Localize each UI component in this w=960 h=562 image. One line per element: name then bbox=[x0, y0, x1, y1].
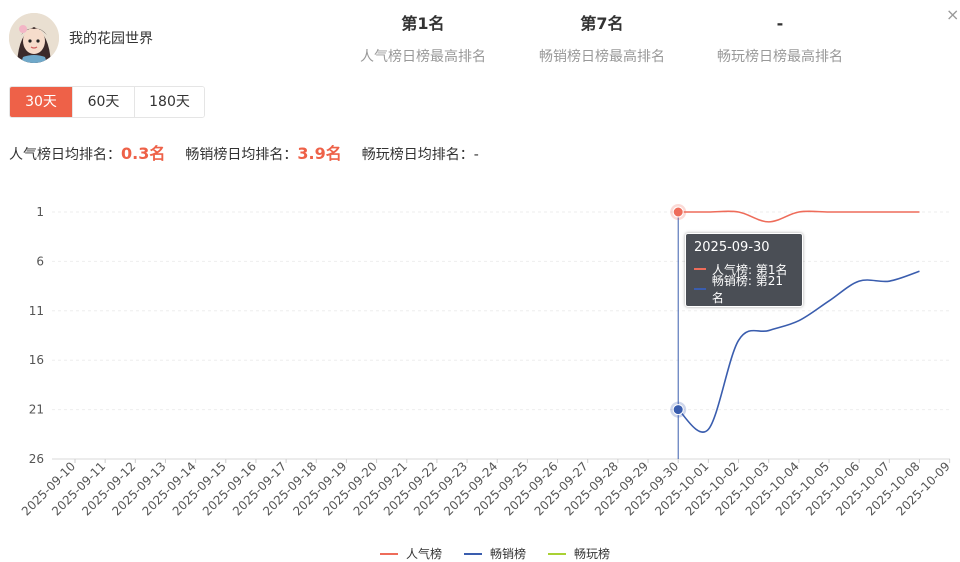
y-tick-label: 11 bbox=[29, 304, 44, 318]
y-tick-label: 1 bbox=[36, 205, 44, 219]
legend-label: 畅销榜 bbox=[490, 547, 527, 561]
y-tick-label: 16 bbox=[29, 353, 44, 367]
legend-item-popular[interactable]: 人气榜 bbox=[380, 545, 442, 562]
rank-line-chart[interactable]: 1611162126 2025-09-102025-09-112025-09-1… bbox=[0, 0, 960, 557]
legend-label: 人气榜 bbox=[406, 547, 443, 561]
bestseller-swatch bbox=[694, 288, 706, 290]
tooltip-row-bestseller: 畅销榜: 第21名 bbox=[694, 274, 794, 305]
legend-item-play[interactable]: 畅玩榜 bbox=[548, 545, 610, 562]
legend-swatch bbox=[380, 552, 398, 555]
y-tick-label: 26 bbox=[29, 452, 44, 466]
legend-swatch bbox=[464, 552, 483, 555]
y-tick-label: 6 bbox=[36, 254, 44, 268]
hover-point bbox=[672, 404, 684, 416]
popular-swatch bbox=[694, 268, 706, 270]
legend-item-bestseller[interactable]: 畅销榜 bbox=[464, 545, 526, 562]
y-tick-label: 21 bbox=[29, 403, 44, 417]
hover-point bbox=[672, 206, 684, 218]
chart-legend: 人气榜 畅销榜 畅玩榜 bbox=[380, 545, 610, 562]
legend-label: 畅玩榜 bbox=[574, 547, 611, 561]
chart-tooltip: 2025-09-30 人气榜: 第1名 畅销榜: 第21名 bbox=[685, 233, 803, 307]
series-line-popular bbox=[678, 210, 920, 223]
tooltip-date: 2025-09-30 bbox=[694, 240, 770, 255]
legend-swatch bbox=[548, 552, 567, 555]
tooltip-bestseller-text: 畅销榜: 第21名 bbox=[711, 274, 783, 305]
